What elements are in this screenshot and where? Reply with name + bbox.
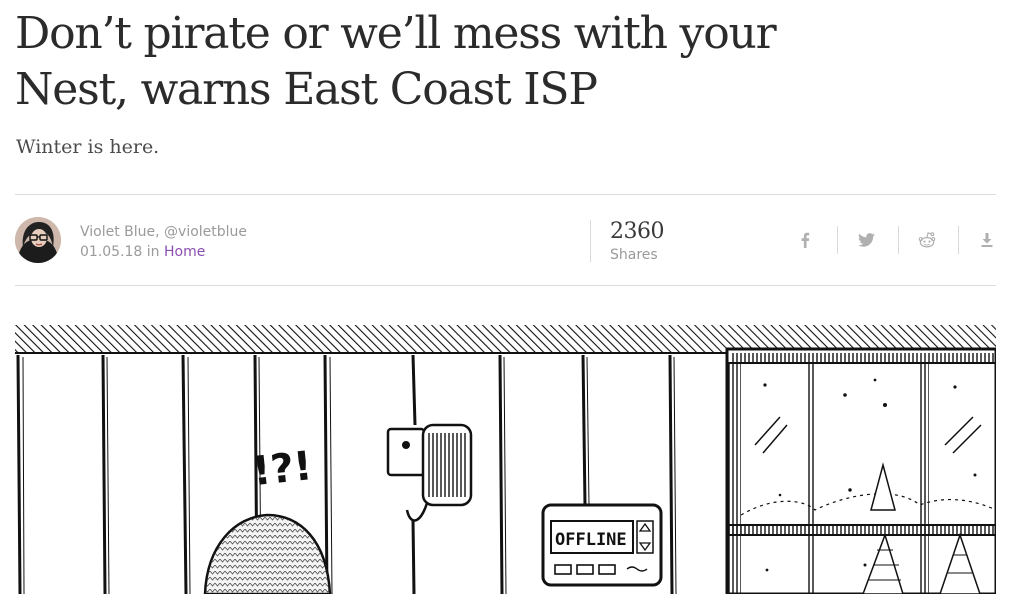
divider-top: [15, 194, 996, 195]
twitter-share-button[interactable]: [851, 226, 881, 254]
twitter-icon: [857, 233, 875, 247]
social-separator-2: [898, 226, 899, 254]
download-button[interactable]: [972, 226, 1002, 254]
shares-count: 2360: [610, 219, 665, 244]
article-headline: Don’t pirate or we’ll mess with your Nes…: [15, 6, 815, 118]
divider-bottom: [15, 285, 996, 286]
headline-line-2: Nest, warns East Coast ISP: [15, 64, 598, 115]
social-separator-3: [958, 226, 959, 254]
publish-date: 01.05.18: [80, 244, 143, 260]
wall-device: [386, 423, 473, 522]
facebook-share-button[interactable]: [790, 226, 820, 254]
window: [725, 347, 996, 594]
author-avatar[interactable]: [15, 217, 61, 263]
surprise-marks: !?!: [250, 443, 314, 495]
shares-separator: [590, 220, 591, 262]
author-info: Violet Blue, @violetblue 01.05.18 in Hom…: [80, 222, 247, 262]
knit-hat: [203, 513, 332, 594]
hero-illustration: !?! OFFLINE: [15, 325, 996, 594]
headline-line-1: Don’t pirate or we’ll mess with your: [15, 8, 777, 59]
comic-drawing: !?! OFFLINE: [15, 325, 996, 594]
thermostat: OFFLINE: [541, 503, 663, 587]
reddit-icon: [918, 232, 936, 248]
facebook-icon: [801, 232, 810, 248]
category-link[interactable]: Home: [164, 244, 205, 260]
author-byline[interactable]: Violet Blue, @violetblue: [80, 222, 247, 242]
social-separator-1: [837, 226, 838, 254]
download-icon: [981, 233, 993, 247]
offline-display: OFFLINE: [555, 530, 627, 550]
author-photo: [15, 217, 61, 263]
article-meta: 01.05.18 in Home: [80, 242, 247, 262]
reddit-share-button[interactable]: [912, 226, 942, 254]
shares-label: Shares: [610, 247, 658, 263]
in-label: in: [146, 244, 160, 260]
article-subtitle: Winter is here.: [16, 136, 160, 158]
